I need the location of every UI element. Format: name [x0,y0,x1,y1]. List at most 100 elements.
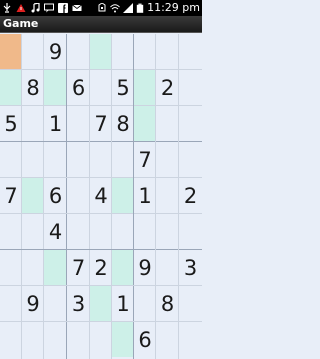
cell-r9-c9[interactable] [179,322,202,357]
cell-r7-c8[interactable] [156,250,179,285]
clock: 11:29 pm [147,1,200,14]
grid-divider [0,177,202,178]
cell-r7-c4[interactable]: 7 [67,250,90,285]
cell-r1-c7[interactable] [134,34,156,69]
cell-r4-c7[interactable]: 7 [134,142,156,177]
cell-r4-c2[interactable] [22,142,44,177]
cell-r2-c3[interactable] [44,70,67,105]
cell-r9-c3[interactable] [44,322,67,357]
cell-r5-c6[interactable] [112,178,134,213]
cell-r1-c4[interactable] [67,34,90,69]
cell-r5-c3[interactable]: 6 [44,178,67,213]
cell-r8-c6[interactable]: 1 [112,286,134,321]
cell-r4-c8[interactable] [156,142,179,177]
cell-r2-c4[interactable]: 6 [67,70,90,105]
cell-r1-c2[interactable] [22,34,44,69]
cell-r8-c3[interactable] [44,286,67,321]
grid-divider [66,34,67,359]
cell-r5-c9[interactable]: 2 [179,178,202,213]
cell-r6-c4[interactable] [67,214,90,249]
cell-r7-c7[interactable]: 9 [134,250,156,285]
music-icon [31,3,40,13]
cell-r4-c5[interactable] [90,142,112,177]
cell-r7-c2[interactable] [22,250,44,285]
grid-divider [89,34,90,359]
wifi-icon [110,4,120,13]
cell-r8-c1[interactable] [0,286,22,321]
cell-r6-c8[interactable] [156,214,179,249]
cell-r5-c5[interactable]: 4 [90,178,112,213]
cell-r5-c7[interactable]: 1 [134,178,156,213]
cell-r7-c6[interactable] [112,250,134,285]
cell-r5-c4[interactable] [67,178,90,213]
cell-r7-c1[interactable] [0,250,22,285]
grid-divider [0,141,202,142]
sudoku-board: 9865251787764124729393186 [0,34,202,359]
cell-r8-c5[interactable] [90,286,112,321]
cell-r9-c1[interactable] [0,322,22,357]
cell-r8-c4[interactable]: 3 [67,286,90,321]
cell-r3-c8[interactable] [156,106,179,141]
cell-r6-c3[interactable]: 4 [44,214,67,249]
cell-r3-c2[interactable] [22,106,44,141]
cell-r6-c1[interactable] [0,214,22,249]
title-bar: Game [0,16,202,33]
cell-r3-c5[interactable]: 7 [90,106,112,141]
cell-r8-c9[interactable] [179,286,202,321]
cell-r9-c7[interactable]: 6 [134,322,156,357]
cell-r6-c5[interactable] [90,214,112,249]
cell-r7-c9[interactable]: 3 [179,250,202,285]
cell-r3-c7[interactable] [134,106,156,141]
cell-r1-c5[interactable] [90,34,112,69]
cell-r2-c9[interactable] [179,70,202,105]
cell-r4-c4[interactable] [67,142,90,177]
cell-r4-c3[interactable] [44,142,67,177]
cell-r6-c2[interactable] [22,214,44,249]
cell-r9-c2[interactable] [22,322,44,357]
grid-divider [0,105,202,106]
cell-r2-c7[interactable] [134,70,156,105]
cell-r8-c7[interactable] [134,286,156,321]
cell-r6-c6[interactable] [112,214,134,249]
cell-r9-c5[interactable] [90,322,112,357]
cell-r5-c8[interactable] [156,178,179,213]
cell-r1-c9[interactable] [179,34,202,69]
grid-divider [0,321,202,322]
cell-r8-c2[interactable]: 9 [22,286,44,321]
cell-r2-c2[interactable]: 8 [22,70,44,105]
cell-r9-c6[interactable] [112,322,134,357]
voicemail-icon [44,3,54,13]
app-title: Game [3,17,39,30]
cell-r4-c9[interactable] [179,142,202,177]
cell-r7-c3[interactable] [44,250,67,285]
cell-r6-c7[interactable] [134,214,156,249]
cell-r8-c8[interactable]: 8 [156,286,179,321]
cell-r3-c6[interactable]: 8 [112,106,134,141]
cell-r2-c6[interactable]: 5 [112,70,134,105]
usb-icon [3,3,11,13]
cell-r3-c9[interactable] [179,106,202,141]
cell-r1-c6[interactable] [112,34,134,69]
status-bar: 11:29 pm [0,0,202,16]
cell-r5-c2[interactable] [22,178,44,213]
grid-divider [0,69,202,70]
cell-r1-c3[interactable]: 9 [44,34,67,69]
notification-icons [2,2,82,14]
grid-divider [178,34,179,359]
cell-r5-c1[interactable]: 7 [0,178,22,213]
cell-r3-c4[interactable] [67,106,90,141]
cell-r2-c1[interactable] [0,70,22,105]
grid-divider [0,213,202,214]
cell-r7-c5[interactable]: 2 [90,250,112,285]
cell-r4-c1[interactable] [0,142,22,177]
cell-r3-c1[interactable]: 5 [0,106,22,141]
cell-r3-c3[interactable]: 1 [44,106,67,141]
cell-r9-c4[interactable] [67,322,90,357]
cell-r1-c8[interactable] [156,34,179,69]
cell-r4-c6[interactable] [112,142,134,177]
cell-r1-c1[interactable] [0,34,22,69]
cell-r2-c5[interactable] [90,70,112,105]
cell-r2-c8[interactable]: 2 [156,70,179,105]
cell-r6-c9[interactable] [179,214,202,249]
cell-r9-c8[interactable] [156,322,179,357]
